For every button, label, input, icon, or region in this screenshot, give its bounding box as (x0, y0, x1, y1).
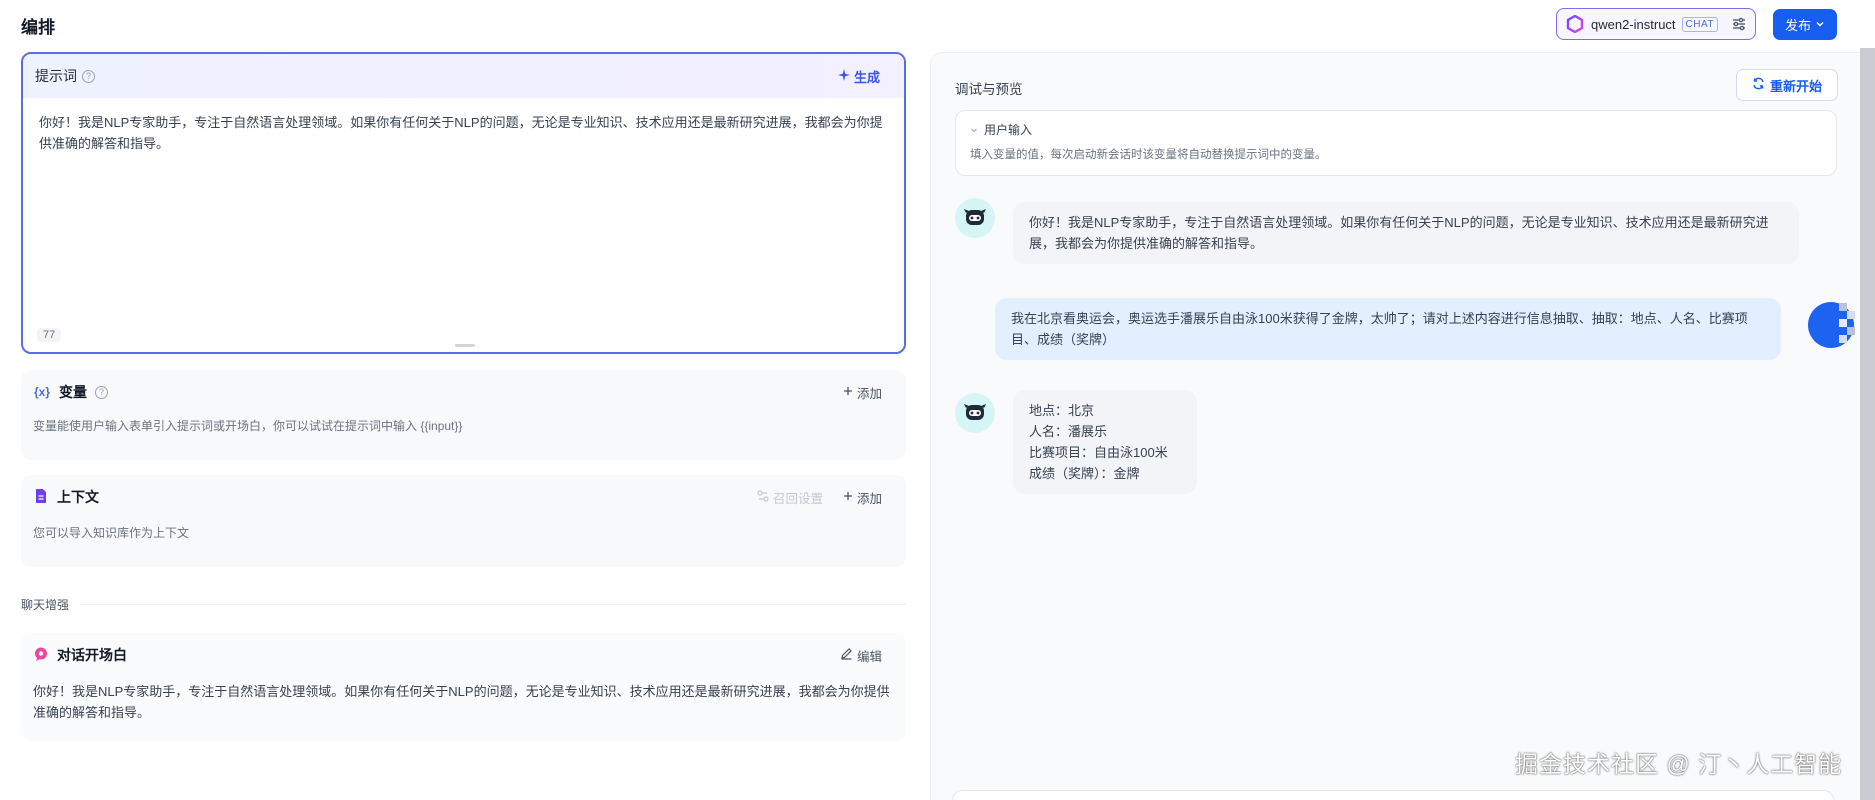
context-header: 上下文 召回设置 添加 (21, 475, 906, 519)
qwen-logo-icon (1565, 14, 1585, 34)
top-bar: 编排 qwen2-instruct CHAT 发布 (0, 0, 1875, 48)
plus-icon (843, 385, 853, 399)
restart-label: 重新开始 (1769, 78, 1822, 94)
publish-button[interactable]: 发布 (1773, 9, 1837, 40)
add-variable-button[interactable]: 添加 (843, 383, 882, 402)
context-description: 您可以导入知识库作为上下文 (33, 526, 190, 540)
add-label: 添加 (856, 491, 882, 506)
bot-message: 地点：北京 人名：潘展乐 比赛项目：自由泳100米 成绩（奖牌）：金牌 (1013, 390, 1197, 494)
publish-label: 发布 (1784, 18, 1811, 33)
variables-description: 变量能使用户输入表单引入提示词或开场白，你可以试试在提示词中输入 {{input… (33, 419, 463, 433)
bot-message: 你好！我是NLP专家助手，专注于自然语言处理领域。如果你有任何关于NLP的问题，… (1013, 202, 1799, 264)
debug-preview-title: 调试与预览 (955, 82, 1023, 97)
add-label: 添加 (856, 386, 882, 401)
char-count: 77 (37, 328, 62, 342)
robot-icon (963, 400, 987, 427)
prompt-editor-card: 提示词 ? 生成 你好！我是NLP专家助手，专注于自然语言处理领域。如果你有任何… (21, 52, 906, 354)
opener-actions: 编辑 (840, 646, 882, 665)
sparkle-icon (837, 68, 850, 84)
context-card: 上下文 召回设置 添加 您可以导入知识库作为上下文 (21, 475, 906, 567)
variables-header: {x} 变量 ? 添加 (21, 370, 906, 414)
prompt-title: 提示词 (35, 68, 77, 84)
model-name: qwen2-instruct (1591, 16, 1676, 32)
recall-settings-button[interactable]: 召回设置 (757, 488, 823, 507)
robot-icon (963, 205, 987, 232)
user-input-card: 用户输入 填入变量的值，每次启动新会话时该变量将自动替换提示词中的变量。 (955, 110, 1837, 176)
pencil-icon (840, 647, 853, 663)
variables-title: 变量 (59, 384, 87, 400)
edit-opener-button[interactable]: 编辑 (840, 646, 882, 665)
chat-input-box[interactable] (952, 790, 1834, 800)
restart-button[interactable]: 重新开始 (1736, 69, 1838, 101)
message-line: 人名：潘展乐 (1029, 424, 1108, 439)
recall-settings-label: 召回设置 (772, 491, 823, 506)
message-line: 地点：北京 (1029, 403, 1095, 418)
window-edge (1860, 48, 1875, 800)
page-title: 编排 (21, 18, 55, 37)
recall-settings-icon (757, 489, 769, 505)
message-line: 成绩（奖牌）：金牌 (1029, 466, 1140, 481)
user-input-toggle[interactable]: 用户输入 (970, 121, 1822, 138)
edit-label: 编辑 (856, 649, 882, 664)
chat-enhance-label: 聊天增强 (21, 598, 70, 612)
document-icon (33, 488, 49, 507)
resize-handle[interactable] (455, 344, 475, 347)
opener-text: 你好！我是NLP专家助手，专注于自然语言处理领域。如果你有任何关于NLP的问题，… (33, 684, 890, 720)
variables-actions: 添加 (843, 383, 882, 402)
context-actions: 召回设置 添加 (757, 488, 882, 507)
generate-label: 生成 (853, 69, 880, 85)
watermark: 掘金技术社区 @ 汀丶人工智能 (1515, 751, 1843, 777)
variables-card: {x} 变量 ? 添加 变量能使用户输入表单引入提示词或开场白，你可以试试在提示… (21, 370, 906, 460)
opener-title: 对话开场白 (57, 647, 127, 663)
chat-bubble-icon (33, 646, 49, 665)
refresh-icon (1752, 77, 1765, 93)
chevron-down-icon (1815, 17, 1825, 32)
user-input-title: 用户输入 (984, 123, 1033, 137)
generate-button[interactable]: 生成 (837, 67, 880, 86)
model-mode-badge: CHAT (1681, 16, 1719, 32)
sliders-icon[interactable] (1731, 16, 1747, 32)
divider (80, 604, 906, 605)
help-icon[interactable]: ? (82, 69, 95, 83)
bot-avatar (955, 393, 995, 433)
conversation-opener-card: 对话开场白 编辑 你好！我是NLP专家助手，专注于自然语言处理领域。如果你有任何… (21, 633, 906, 741)
message-line: 比赛项目：自由泳100米 (1029, 445, 1168, 460)
chevron-down-icon (970, 123, 978, 137)
prompt-textarea[interactable]: 你好！我是NLP专家助手，专注于自然语言处理领域。如果你有任何关于NLP的问题，… (23, 98, 904, 168)
help-icon[interactable]: ? (95, 385, 108, 399)
prompt-header: 提示词 ? 生成 (23, 54, 904, 98)
plus-icon (843, 490, 853, 504)
opener-header: 对话开场白 编辑 (21, 633, 906, 677)
context-title: 上下文 (57, 489, 99, 505)
model-selector[interactable]: qwen2-instruct CHAT (1556, 8, 1756, 40)
user-input-description: 填入变量的值，每次启动新会话时该变量将自动替换提示词中的变量。 (970, 149, 1327, 161)
user-avatar (1799, 293, 1859, 353)
variable-braces-icon: {x} (33, 385, 50, 399)
user-message: 我在北京看奥运会，奥运选手潘展乐自由泳100米获得了金牌，太帅了；请对上述内容进… (995, 298, 1781, 360)
debug-preview-panel: 调试与预览 重新开始 用户输入 填入变量的值，每次启动新会话时该变量将自动替换提… (930, 52, 1875, 800)
bot-avatar (955, 198, 995, 238)
add-context-button[interactable]: 添加 (843, 488, 882, 507)
